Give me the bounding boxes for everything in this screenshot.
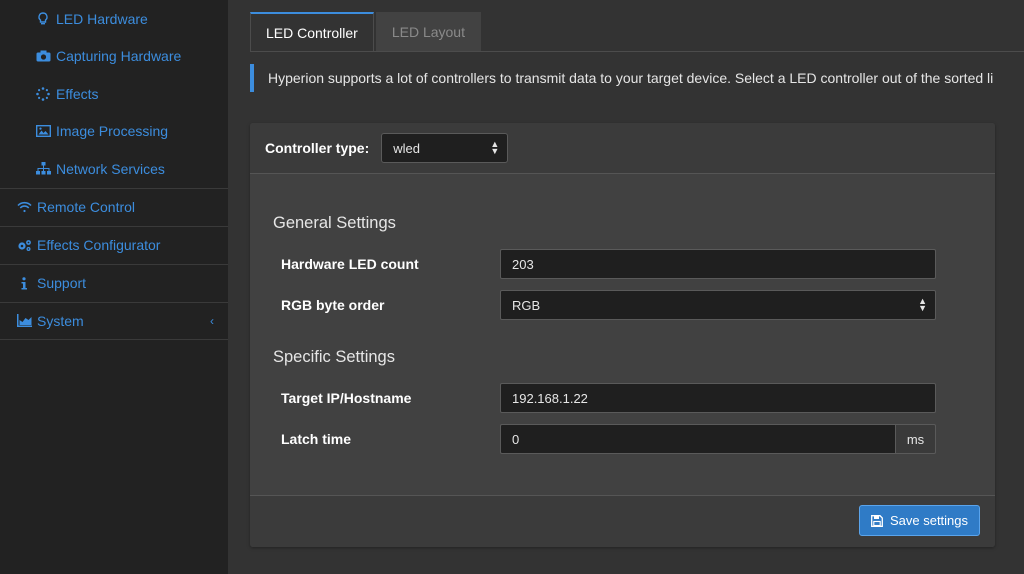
chart-icon: [16, 313, 32, 329]
sidebar-item-label: Image Processing: [56, 123, 169, 140]
sidebar-item-label: LED Hardware: [56, 10, 148, 27]
sitemap-icon: [35, 161, 51, 177]
sidebar: LED Hardware Capturing Hardware Effects …: [0, 0, 228, 574]
latch-time-unit: ms: [895, 424, 936, 454]
spinner-icon: [35, 86, 51, 102]
sidebar-item-label: Remote Control: [37, 199, 136, 215]
latch-time-input[interactable]: 0: [500, 424, 895, 454]
sidebar-item-network-services[interactable]: Network Services: [0, 150, 228, 188]
tab-led-controller[interactable]: LED Controller: [250, 12, 374, 52]
sidebar-item-led-hardware[interactable]: LED Hardware: [0, 0, 228, 38]
sidebar-item-label: Support: [37, 275, 87, 291]
panel-body: General Settings Hardware LED count 203 …: [250, 174, 995, 495]
controller-type-select[interactable]: wled ▲ ▼: [381, 133, 509, 163]
byte-order-select[interactable]: RGB ▲ ▼: [500, 290, 936, 320]
sidebar-item-label: Effects: [56, 85, 99, 102]
byte-order-label: RGB byte order: [281, 297, 385, 313]
sidebar-item-image-processing[interactable]: Image Processing: [0, 113, 228, 151]
sidebar-item-label: Network Services: [56, 160, 165, 177]
wifi-icon: [16, 199, 32, 215]
tab-divider: [250, 51, 1024, 52]
led-count-input[interactable]: 203: [500, 249, 936, 279]
info-callout: Hyperion supports a lot of controllers t…: [250, 64, 1024, 92]
sidebar-item-system[interactable]: System ‹: [0, 301, 228, 340]
sidebar-item-remote-control[interactable]: Remote Control: [0, 187, 228, 226]
sidebar-item-label: System: [37, 312, 84, 329]
sidebar-item-effects-configurator[interactable]: Effects Configurator: [0, 225, 228, 264]
latch-time-group: 0 ms: [500, 424, 936, 454]
general-settings-title: General Settings: [273, 214, 396, 232]
specific-settings-title: Specific Settings: [273, 348, 395, 366]
lightbulb-icon: [35, 11, 51, 27]
select-arrows-icon: ▲ ▼: [490, 139, 500, 156]
target-ip-input[interactable]: 192.168.1.22: [500, 383, 936, 413]
sidebar-item-effects[interactable]: Effects: [0, 75, 228, 113]
save-settings-label: Save settings: [889, 513, 969, 528]
chevron-left-icon: ‹: [210, 313, 214, 328]
tab-led-layout[interactable]: LED Layout: [375, 12, 481, 52]
tab-bar: LED Controller LED Layout: [250, 12, 483, 52]
controller-type-value: wled: [393, 140, 420, 156]
info-icon: [16, 275, 32, 291]
latch-time-label: Latch time: [281, 431, 352, 447]
camera-icon: [35, 48, 51, 64]
controller-panel: Controller type: wled ▲ ▼ General Setting…: [250, 123, 995, 547]
sidebar-item-label: Capturing Hardware: [56, 48, 182, 65]
byte-order-value: RGB: [512, 297, 541, 313]
controller-type-label: Controller type:: [265, 140, 370, 156]
select-arrows-icon: ▲ ▼: [918, 296, 927, 313]
sidebar-item-label: Effects Configurator: [37, 237, 161, 253]
cogs-icon: [16, 237, 32, 253]
sidebar-item-capturing-hardware[interactable]: Capturing Hardware: [0, 38, 228, 76]
save-settings-button[interactable]: Save settings: [859, 505, 980, 536]
sidebar-item-support[interactable]: Support: [0, 263, 228, 302]
led-count-label: Hardware LED count: [281, 256, 419, 272]
floppy-disk-icon: [871, 514, 883, 527]
target-ip-label: Target IP/Hostname: [281, 390, 412, 406]
panel-footer: Save settings: [250, 495, 995, 547]
image-icon: [35, 123, 51, 139]
sidebar-submenu: LED Hardware Capturing Hardware Effects …: [0, 0, 228, 188]
main-content: LED Controller LED Layout Hyperion suppo…: [228, 0, 1024, 574]
panel-header: Controller type: wled ▲ ▼: [250, 123, 995, 174]
